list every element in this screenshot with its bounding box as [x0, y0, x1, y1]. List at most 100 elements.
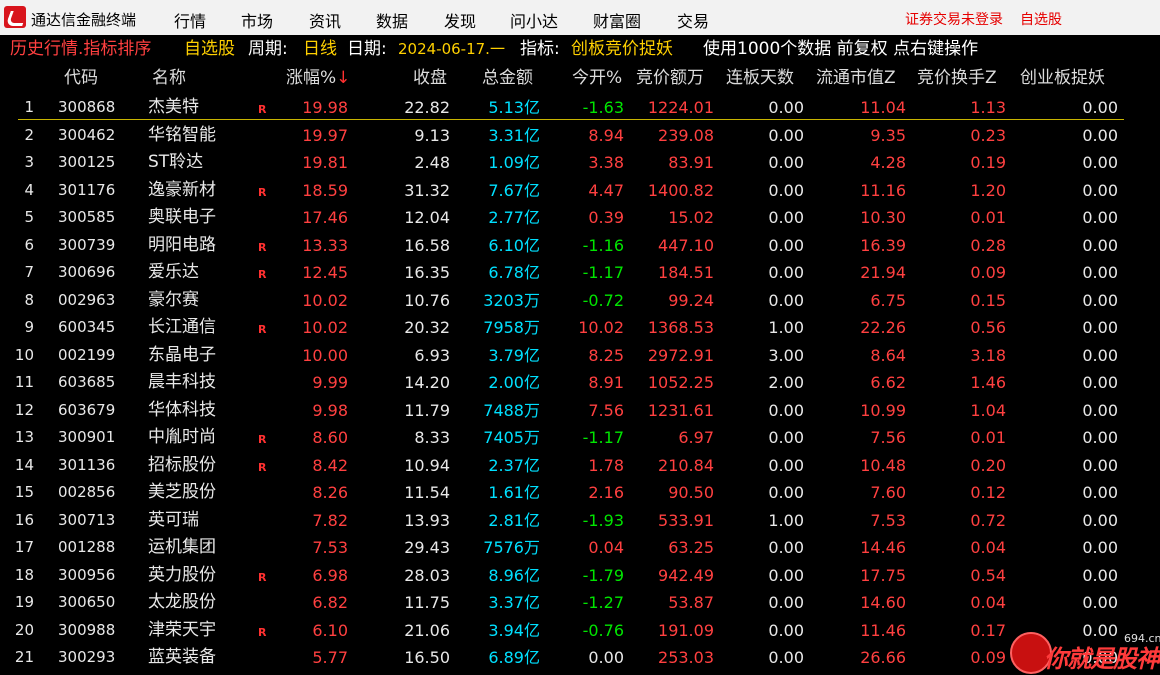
stock-code: 603685: [58, 373, 116, 391]
row-index: 4: [24, 180, 34, 199]
bid-turnover: 0.09: [970, 648, 1006, 667]
pool-label[interactable]: 自选股: [184, 35, 235, 63]
bid-amount: 942.49: [658, 565, 714, 585]
change-pct: 7.82: [312, 510, 348, 530]
table-row[interactable]: 12 603679 华体科技 9.98 11.79 7488万 7.56 1231.61 0.0…: [0, 397, 1160, 425]
col-change-pct[interactable]: 涨幅%↓: [286, 63, 350, 93]
change-pct: 8.42: [312, 455, 348, 475]
section-title: 历史行情.指标排序: [10, 39, 152, 59]
col-close[interactable]: 收盘: [413, 63, 447, 93]
date-value[interactable]: 2024-06-17.一: [398, 35, 505, 63]
period-value[interactable]: 日线: [303, 35, 337, 63]
menu-market[interactable]: 市场: [241, 8, 273, 32]
col-open-pct[interactable]: 今开%: [572, 63, 622, 93]
bid-amount: 253.03: [658, 648, 714, 667]
table-row[interactable]: 9 600345 长江通信 R 10.02 20.32 7958万 10.02 1368.53 1…: [0, 314, 1160, 342]
table-row[interactable]: 5 300585 奥联电子 17.46 12.04 2.77亿 0.39 15.02 0.00 1…: [0, 204, 1160, 232]
menu-trade[interactable]: 交易: [677, 8, 709, 32]
col-bid-turnover[interactable]: 竞价换手Z: [917, 63, 997, 93]
table-row[interactable]: 13 300901 中胤时尚 R 8.60 8.33 7405万 -1.17 6.97 0.00 7…: [0, 424, 1160, 452]
menu-ask[interactable]: 问小达: [510, 8, 558, 32]
total-amount: 8.96亿: [488, 565, 540, 585]
table-row[interactable]: 15 002856 美芝股份 8.26 11.54 1.61亿 2.16 90.50 0.00 7…: [0, 479, 1160, 507]
bid-amount: 447.10: [658, 235, 714, 255]
stock-code: 300988: [58, 620, 116, 639]
board-days: 0.00: [768, 428, 804, 447]
login-status-link[interactable]: 证券交易未登录: [905, 9, 1003, 29]
table-row[interactable]: 18 300956 英力股份 R 6.98 28.03 8.96亿 -1.79 942.49 0.…: [0, 562, 1160, 590]
table-row[interactable]: 21 300293 蓝英装备 5.77 16.50 6.89亿 0.00 253.03 0.00…: [0, 644, 1160, 672]
open-pct: 8.91: [588, 373, 624, 392]
open-pct: 7.56: [588, 400, 624, 420]
table-row[interactable]: 14 301136 招标股份 R 8.42 10.94 2.37亿 1.78 210.84 0.0…: [0, 452, 1160, 480]
table-row[interactable]: 16 300713 英可瑞 7.82 13.93 2.81亿 -1.93 533.91 1.00…: [0, 507, 1160, 535]
float-cap: 10.99: [860, 400, 906, 420]
table-row[interactable]: 10 002199 东晶电子 10.00 6.93 3.79亿 8.25 2972.91 3.0…: [0, 342, 1160, 370]
close-price: 16.35: [404, 263, 450, 282]
total-amount: 3.31亿: [488, 125, 540, 145]
gem-score: 0.00: [1082, 373, 1118, 392]
app-logo-icon: [4, 6, 26, 28]
watchlist-link[interactable]: 自选股: [1020, 9, 1062, 29]
stock-name: 爱乐达: [148, 262, 199, 282]
total-amount: 7576万: [483, 538, 540, 557]
table-row[interactable]: 7 300696 爱乐达 R 12.45 16.35 6.78亿 -1.17 184.51 0.0…: [0, 259, 1160, 287]
col-change-pct-label: 涨幅%: [286, 68, 337, 88]
table-row[interactable]: 17 001288 运机集团 7.53 29.43 7576万 0.04 63.25 0.00 1…: [0, 534, 1160, 562]
change-pct: 8.60: [312, 428, 348, 447]
sort-desc-icon: ↓: [336, 68, 351, 88]
float-cap: 21.94: [860, 263, 906, 282]
bid-turnover: 0.20: [970, 455, 1006, 475]
col-name[interactable]: 名称: [152, 63, 186, 93]
table-row[interactable]: 6 300739 明阳电路 R 13.33 16.58 6.10亿 -1.16 447.10 0.…: [0, 232, 1160, 260]
table-row[interactable]: 4 301176 逸豪新材 R 18.59 31.32 7.67亿 4.47 1400.82 0.…: [0, 177, 1160, 205]
col-bid-amount[interactable]: 竞价额万: [636, 63, 704, 93]
col-amount[interactable]: 总金额: [482, 63, 533, 93]
menu-discover[interactable]: 发现: [444, 8, 476, 32]
stock-table: 1 300868 杰美特 R 19.98 22.82 5.13亿 -1.63 1224.01 0.…: [0, 94, 1160, 672]
stock-name: 美芝股份: [148, 482, 216, 502]
total-amount: 6.10亿: [488, 235, 540, 255]
board-days: 0.00: [768, 208, 804, 227]
col-float-cap[interactable]: 流通市值Z: [816, 63, 896, 93]
indicator-value[interactable]: 创板竞价捉妖: [571, 35, 673, 63]
gem-score: 0.00: [1082, 290, 1118, 310]
board-days: 0.00: [768, 153, 804, 172]
menu-quotes[interactable]: 行情: [174, 8, 206, 32]
table-row[interactable]: 11 603685 晨丰科技 9.99 14.20 2.00亿 8.91 1052.25 2.0…: [0, 369, 1160, 397]
table-row[interactable]: 1 300868 杰美特 R 19.98 22.82 5.13亿 -1.63 1224.01 0.…: [0, 94, 1160, 122]
open-pct: 3.38: [588, 153, 624, 172]
menu-data[interactable]: 数据: [376, 8, 408, 32]
float-cap: 9.35: [870, 125, 906, 145]
gem-score: 0.00: [1082, 593, 1118, 612]
table-row[interactable]: 3 300125 ST聆达 19.81 2.48 1.09亿 3.38 83.91 0.00 4.…: [0, 149, 1160, 177]
date-label: 日期:: [347, 39, 387, 59]
stock-code: 300696: [58, 263, 116, 281]
stock-name: 东晶电子: [148, 344, 216, 365]
margin-flag: R: [258, 323, 267, 336]
col-board-days[interactable]: 连板天数: [726, 63, 794, 93]
table-row[interactable]: 20 300988 津荣天宇 R 6.10 21.06 3.94亿 -0.76 191.09 0.…: [0, 617, 1160, 645]
table-row[interactable]: 8 002963 豪尔赛 10.02 10.76 3203万 -0.72 99.24 0.00 6…: [0, 287, 1160, 315]
col-gem[interactable]: 创业板捉妖: [1020, 63, 1105, 93]
float-cap: 14.46: [860, 538, 906, 557]
gem-score: 0.00: [1082, 235, 1118, 255]
col-code[interactable]: 代码: [64, 63, 98, 93]
change-pct: 6.10: [312, 620, 348, 640]
stock-name: 逸豪新材: [148, 179, 216, 200]
table-row[interactable]: 2 300462 华铭智能 19.97 9.13 3.31亿 8.94 239.08 0.00 9…: [0, 122, 1160, 150]
float-cap: 14.60: [860, 593, 906, 612]
row-index: 10: [14, 345, 34, 364]
menu-news[interactable]: 资讯: [309, 8, 341, 32]
stock-name: 英力股份: [148, 564, 216, 585]
table-row[interactable]: 19 300650 太龙股份 6.82 11.75 3.37亿 -1.27 53.87 0.00…: [0, 589, 1160, 617]
stock-code: 300956: [58, 565, 116, 584]
margin-flag: R: [258, 570, 267, 584]
row-index: 3: [24, 153, 34, 171]
stock-name: 奥联电子: [148, 207, 216, 227]
float-cap: 6.75: [870, 290, 906, 310]
open-pct: -1.27: [582, 593, 624, 612]
bid-amount: 210.84: [658, 455, 714, 475]
bid-turnover: 0.01: [970, 208, 1006, 227]
menu-wealth[interactable]: 财富圈: [593, 8, 641, 32]
